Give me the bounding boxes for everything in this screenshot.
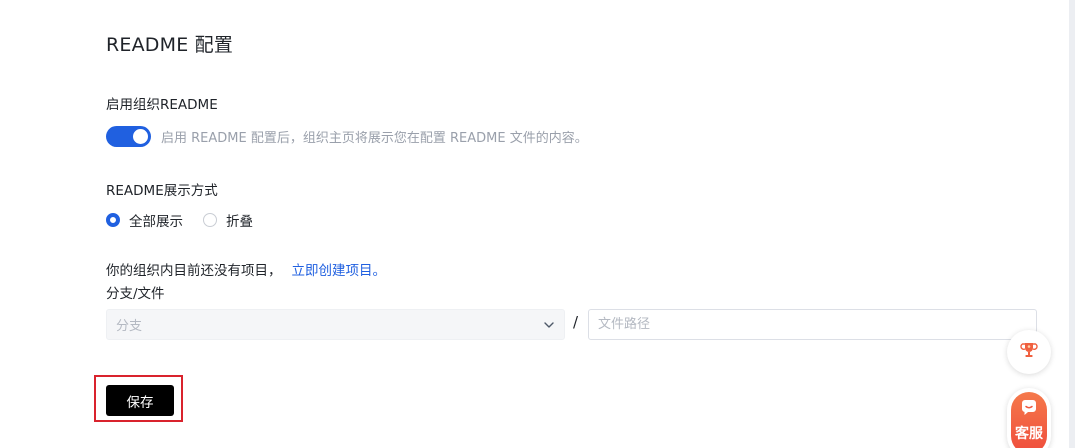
customer-service-label: 客服 — [1015, 426, 1043, 442]
chat-bubble-icon — [1019, 398, 1039, 418]
trophy-icon — [1019, 340, 1039, 364]
scrollbar[interactable] — [1069, 0, 1075, 448]
page-title: README 配置 — [106, 34, 234, 56]
customer-service-button[interactable]: 客服 — [1007, 388, 1051, 448]
display-mode-label: README展示方式 — [106, 183, 218, 199]
save-button[interactable]: 保存 — [106, 385, 174, 416]
enable-readme-label: 启用组织README — [106, 97, 218, 113]
customer-service-badge: 客服 — [1011, 392, 1047, 448]
readme-settings-page: README 配置 启用组织README 启用 README 配置后，组织主页将… — [0, 0, 1075, 448]
branch-select-placeholder: 分支 — [116, 319, 143, 334]
chevron-down-icon — [538, 309, 560, 340]
path-separator: / — [573, 313, 579, 331]
create-project-link[interactable]: 立即创建项目。 — [292, 263, 387, 279]
no-projects-text: 你的组织内目前还没有项目， — [106, 263, 282, 279]
branch-select[interactable]: 分支 — [106, 309, 565, 340]
enable-readme-row: 启用 README 配置后，组织主页将展示您在配置 README 文件的内容。 — [106, 125, 588, 147]
radio-collapse[interactable] — [203, 213, 217, 227]
settings-content: README 配置 启用组织README 启用 README 配置后，组织主页将… — [106, 0, 1037, 448]
radio-show-all[interactable] — [106, 213, 120, 227]
radio-option-show-all[interactable]: 全部展示 — [106, 210, 183, 230]
switch-knob — [133, 128, 148, 144]
radio-option-collapse[interactable]: 折叠 — [203, 210, 253, 230]
radio-show-all-label: 全部展示 — [129, 214, 183, 230]
display-mode-radio-group: 全部展示 折叠 — [106, 210, 273, 230]
branch-file-label: 分支/文件 — [106, 286, 165, 302]
no-projects-notice: 你的组织内目前还没有项目， 立即创建项目。 — [106, 259, 386, 279]
enable-readme-description: 启用 README 配置后，组织主页将展示您在配置 README 文件的内容。 — [161, 130, 588, 146]
enable-readme-switch[interactable] — [106, 125, 151, 147]
radio-collapse-label: 折叠 — [226, 214, 253, 230]
file-path-input[interactable] — [588, 309, 1037, 340]
trophy-button[interactable] — [1007, 330, 1051, 374]
